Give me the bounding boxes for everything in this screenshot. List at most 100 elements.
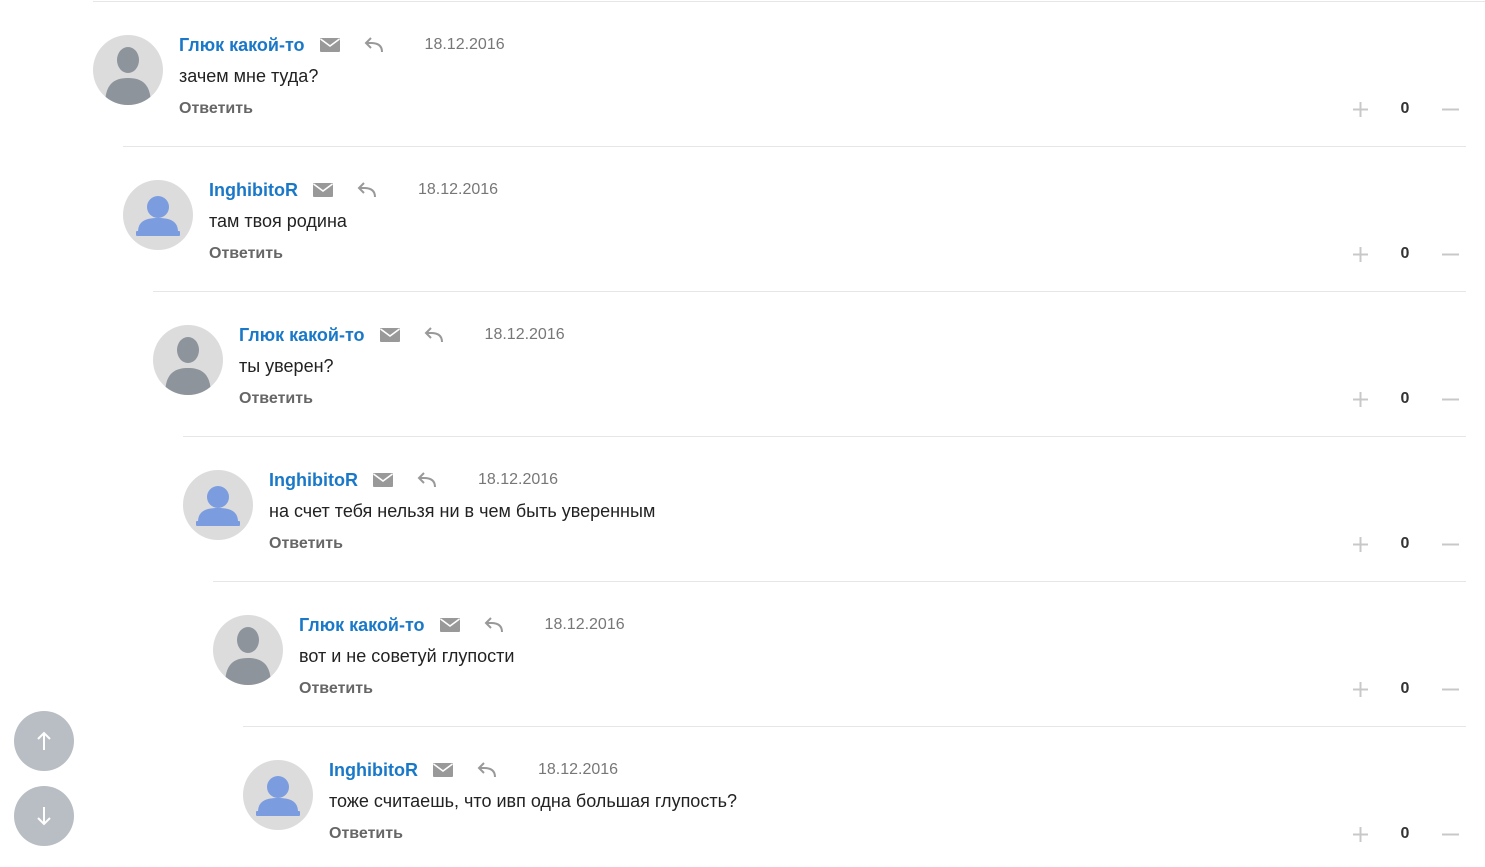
comment-author[interactable]: Глюк какой-то bbox=[179, 35, 305, 56]
reply-arrow-icon[interactable] bbox=[416, 471, 438, 489]
mail-icon[interactable] bbox=[432, 762, 454, 778]
mail-icon[interactable] bbox=[319, 37, 341, 53]
minus-icon bbox=[1442, 398, 1459, 401]
comment-date: 18.12.2016 bbox=[544, 616, 625, 633]
comments-page: Глюк какой-то 18.12.2016 зачем мне туда?… bbox=[0, 0, 1485, 867]
user-avatar-icon bbox=[225, 627, 271, 685]
comment-author[interactable]: InghibitoR bbox=[329, 760, 418, 781]
arrow-down-icon bbox=[37, 807, 51, 826]
plus-icon bbox=[1353, 827, 1368, 842]
downvote-button[interactable] bbox=[1442, 246, 1459, 263]
mail-icon[interactable] bbox=[439, 617, 461, 633]
reply-button[interactable]: Ответить bbox=[269, 535, 343, 553]
comment-date: 18.12.2016 bbox=[484, 326, 565, 343]
minus-icon bbox=[1442, 253, 1459, 256]
comment-text: на счет тебя нельзя ни в чем быть уверен… bbox=[269, 501, 656, 521]
comment-divider bbox=[213, 581, 1466, 582]
mail-icon[interactable] bbox=[379, 327, 401, 343]
vote-score: 0 bbox=[1400, 825, 1410, 842]
downvote-button[interactable] bbox=[1442, 681, 1459, 698]
comment-divider bbox=[183, 436, 1466, 437]
comment-author[interactable]: InghibitoR bbox=[269, 470, 358, 491]
avatar[interactable] bbox=[153, 325, 223, 395]
comment-header: Глюк какой-то 18.12.2016 bbox=[299, 612, 625, 638]
upvote-button[interactable] bbox=[1352, 826, 1369, 843]
reply-arrow-icon[interactable] bbox=[363, 36, 385, 54]
avatar[interactable] bbox=[183, 470, 253, 540]
reply-arrow-icon[interactable] bbox=[423, 326, 445, 344]
mail-icon[interactable] bbox=[312, 182, 334, 198]
user-avatar-icon bbox=[256, 776, 300, 816]
reply-button[interactable]: Ответить bbox=[329, 825, 403, 843]
reply-button[interactable]: Ответить bbox=[239, 390, 313, 408]
reply-arrow-icon[interactable] bbox=[476, 761, 498, 779]
comment-text: вот и не советуй глупости bbox=[299, 646, 515, 666]
comment: Глюк какой-то 18.12.2016 зачем мне туда?… bbox=[93, 1, 1485, 146]
comment-text: зачем мне туда? bbox=[179, 66, 319, 86]
vote-score: 0 bbox=[1400, 100, 1410, 117]
downvote-button[interactable] bbox=[1442, 101, 1459, 118]
minus-icon bbox=[1442, 688, 1459, 691]
comment-header: Глюк какой-то 18.12.2016 bbox=[239, 322, 565, 348]
avatar[interactable] bbox=[93, 35, 163, 105]
avatar[interactable] bbox=[243, 760, 313, 830]
mail-icon[interactable] bbox=[372, 472, 394, 488]
plus-icon bbox=[1353, 537, 1368, 552]
comment-header: InghibitoR 18.12.2016 bbox=[209, 177, 498, 203]
user-avatar-icon bbox=[165, 337, 211, 395]
comment: Глюк какой-то 18.12.2016 ты уверен? Отве… bbox=[153, 291, 1485, 436]
avatar[interactable] bbox=[213, 615, 283, 685]
comment-date: 18.12.2016 bbox=[424, 36, 505, 53]
scroll-up-button[interactable] bbox=[14, 711, 74, 771]
arrow-up-icon bbox=[37, 731, 51, 750]
user-avatar-icon bbox=[105, 47, 151, 105]
comment-text: тоже считаешь, что ивп одна большая глуп… bbox=[329, 791, 737, 811]
plus-icon bbox=[1353, 392, 1368, 407]
upvote-button[interactable] bbox=[1352, 681, 1369, 698]
reply-button[interactable]: Ответить bbox=[209, 245, 283, 263]
comment-divider bbox=[123, 146, 1466, 147]
plus-icon bbox=[1353, 682, 1368, 697]
comment-text: там твоя родина bbox=[209, 211, 347, 231]
minus-icon bbox=[1442, 833, 1459, 836]
comment: InghibitoR 18.12.2016 на счет тебя нельз… bbox=[183, 436, 1485, 581]
comment-divider bbox=[243, 726, 1466, 727]
vote-score: 0 bbox=[1400, 535, 1410, 552]
comment-date: 18.12.2016 bbox=[417, 181, 499, 198]
comment-author[interactable]: Глюк какой-то bbox=[299, 615, 425, 636]
reply-button[interactable]: Ответить bbox=[299, 680, 373, 698]
comment-date: 18.12.2016 bbox=[477, 471, 559, 488]
comment: Глюк какой-то 18.12.2016 вот и не совету… bbox=[213, 581, 1485, 726]
vote-score: 0 bbox=[1400, 390, 1410, 407]
vote-score: 0 bbox=[1400, 245, 1410, 262]
comment-divider bbox=[153, 291, 1466, 292]
plus-icon bbox=[1353, 102, 1368, 117]
reply-arrow-icon[interactable] bbox=[356, 181, 378, 199]
reply-arrow-icon[interactable] bbox=[483, 616, 505, 634]
reply-button[interactable]: Ответить bbox=[179, 100, 253, 118]
comment-date: 18.12.2016 bbox=[537, 761, 619, 778]
downvote-button[interactable] bbox=[1442, 826, 1459, 843]
comment-header: Глюк какой-то 18.12.2016 bbox=[179, 32, 505, 58]
upvote-button[interactable] bbox=[1352, 246, 1369, 263]
avatar[interactable] bbox=[123, 180, 193, 250]
downvote-button[interactable] bbox=[1442, 536, 1459, 553]
upvote-button[interactable] bbox=[1352, 391, 1369, 408]
comment: InghibitoR 18.12.2016 там твоя родина От… bbox=[123, 146, 1485, 291]
comment: InghibitoR 18.12.2016 тоже считаешь, что… bbox=[243, 726, 1485, 867]
scroll-down-button[interactable] bbox=[14, 786, 74, 846]
comment-text: ты уверен? bbox=[239, 356, 334, 376]
comment-author[interactable]: InghibitoR bbox=[209, 180, 298, 201]
upvote-button[interactable] bbox=[1352, 536, 1369, 553]
plus-icon bbox=[1353, 247, 1368, 262]
comment-header: InghibitoR 18.12.2016 bbox=[329, 757, 618, 783]
user-avatar-icon bbox=[196, 486, 240, 526]
minus-icon bbox=[1442, 108, 1459, 111]
downvote-button[interactable] bbox=[1442, 391, 1459, 408]
upvote-button[interactable] bbox=[1352, 101, 1369, 118]
user-avatar-icon bbox=[136, 196, 180, 236]
comment-header: InghibitoR 18.12.2016 bbox=[269, 467, 558, 493]
vote-score: 0 bbox=[1400, 680, 1410, 697]
comment-author[interactable]: Глюк какой-то bbox=[239, 325, 365, 346]
minus-icon bbox=[1442, 543, 1459, 546]
